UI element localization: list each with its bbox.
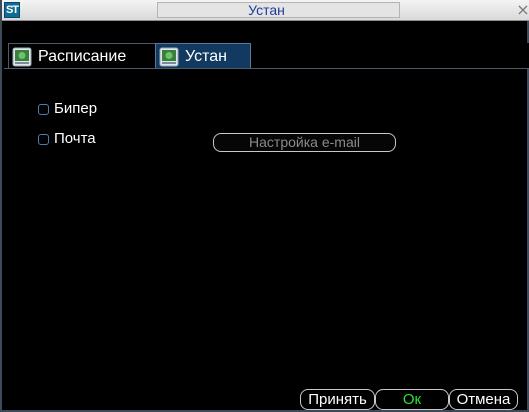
apply-button[interactable]: Принять [300,389,375,410]
mail-option[interactable]: Почта [38,130,96,148]
ok-button[interactable]: Ок [375,389,449,410]
beeper-label: Бипер [54,100,98,117]
window-title: Устан [248,2,285,18]
mail-label: Почта [54,130,96,147]
tab-schedule[interactable]: Расписание [8,43,156,69]
screen-settings-icon [159,47,179,66]
beeper-checkbox[interactable] [38,103,49,115]
email-setup-button[interactable]: Настройка e-mail [213,133,396,152]
title-bar: ST Устан × [2,0,529,21]
beeper-option[interactable]: Бипер [38,100,97,118]
close-button[interactable]: × [515,1,529,19]
screen-settings-icon [12,47,32,66]
tab-settings-label: Устан [185,47,227,65]
tab-settings[interactable]: Устан [155,43,251,69]
mail-checkbox[interactable] [38,133,49,145]
cancel-button[interactable]: Отмена [449,389,518,410]
tab-schedule-label: Расписание [38,47,127,65]
settings-window: ST Устан × Расписание Устан Бипер Почта … [0,0,529,412]
tab-bar: Расписание Устан [4,43,529,69]
